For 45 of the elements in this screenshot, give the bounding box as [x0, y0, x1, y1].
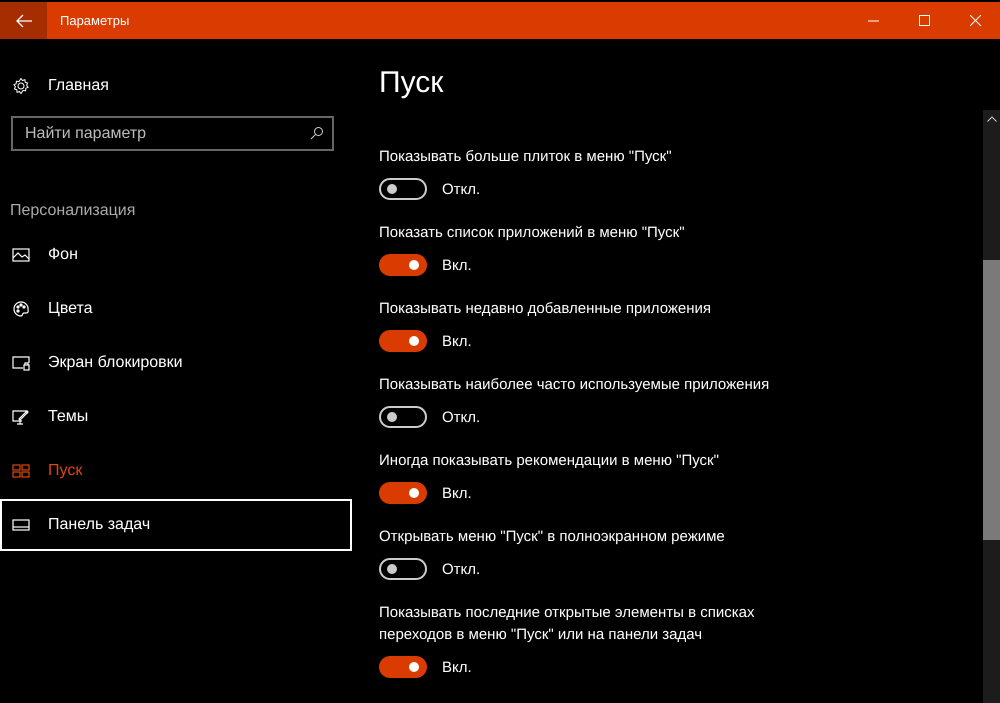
toggle-switch[interactable]: [379, 254, 427, 276]
sidebar-item[interactable]: Цвета: [0, 283, 352, 335]
monitor-lock-icon: [12, 354, 30, 372]
toggle-state: Вкл.: [442, 256, 472, 274]
monitor-brush-icon: [12, 408, 30, 426]
toggle-state: Вкл.: [442, 484, 472, 502]
tiles-icon: [12, 462, 30, 480]
toggle-state: Вкл.: [442, 658, 472, 676]
scrollbar-thumb[interactable]: [983, 260, 1000, 540]
toggle-switch[interactable]: [379, 178, 427, 200]
toggle-switch[interactable]: [379, 406, 427, 428]
toggle-switch[interactable]: [379, 482, 427, 504]
search-icon[interactable]: [310, 126, 324, 140]
toggle-state: Откл.: [442, 560, 480, 578]
sidebar-item[interactable]: Экран блокировки: [0, 337, 352, 389]
picture-icon: [12, 246, 30, 264]
setting-label: Показывать больше плиток в меню "Пуск": [379, 147, 673, 167]
sidebar-item[interactable]: Фон: [0, 229, 352, 281]
maximize-icon: [919, 14, 931, 26]
toggle-state: Откл.: [442, 408, 480, 426]
page-title: Пуск: [379, 66, 444, 100]
setting-label: Показывать недавно добавленные приложения: [379, 299, 712, 319]
back-arrow-icon: [16, 14, 32, 28]
setting-label: Открывать меню "Пуск" в полноэкранном режиме: [379, 527, 726, 547]
sidebar-item[interactable]: Темы: [0, 391, 352, 443]
toggle-state: Откл.: [442, 180, 480, 198]
toggle-switch[interactable]: [379, 330, 427, 352]
setting-label: Показывать последние открытые элементы в списках переходов в меню "Пуск" или на панели задач: [379, 603, 756, 645]
search-field[interactable]: Найти параметр: [11, 116, 334, 151]
close-icon: [970, 14, 982, 26]
palette-icon: [12, 300, 30, 318]
scroll-up-icon[interactable]: [987, 116, 997, 122]
window-title: Параметры: [60, 13, 130, 28]
sidebar-item[interactable]: Пуск: [0, 445, 352, 497]
section-heading: Персонализация: [10, 202, 136, 220]
toggle-state: Вкл.: [442, 332, 472, 350]
scrollbar[interactable]: [983, 110, 1000, 703]
toggle-switch[interactable]: [379, 656, 427, 678]
sidebar-item[interactable]: Панель задач: [0, 499, 352, 551]
setting-label: Показывать наиболее часто используемые приложения: [379, 375, 770, 395]
toggle-switch[interactable]: [379, 558, 427, 580]
setting-label: Показать список приложений в меню "Пуск": [379, 223, 686, 243]
setting-label: Иногда показывать рекомендации в меню "Пуск": [379, 451, 720, 471]
home-link[interactable]: Главная: [0, 73, 352, 99]
settings-icon: [12, 77, 30, 95]
